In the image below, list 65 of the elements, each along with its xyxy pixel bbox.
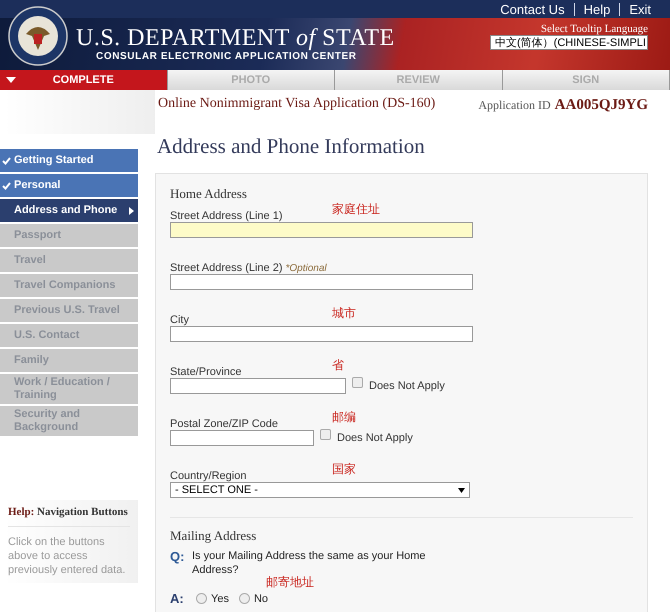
field-label: Postal Zone/ZIP Code: [170, 418, 278, 430]
answer-label: A:: [170, 591, 185, 606]
text-field[interactable]: [170, 222, 473, 238]
radio-label: Yes: [211, 592, 229, 604]
top-link[interactable]: Exit: [619, 2, 660, 16]
caret-icon: [6, 77, 16, 83]
dropdown-arrow-icon: [458, 488, 465, 492]
language-select[interactable]: 中文(简体）(CHINESE-SIMPLI: [490, 35, 648, 50]
field-label: Street Address (Line 2): [170, 262, 283, 274]
check-icon: [2, 182, 11, 190]
annotation: 邮编: [332, 409, 356, 426]
field-label: Country/Region: [170, 470, 246, 482]
field-label: City: [170, 314, 189, 326]
nav-item[interactable]: U.S. Contact: [0, 324, 138, 347]
nav-item[interactable]: Passport: [0, 224, 138, 247]
language-label: Select Tooltip Language: [540, 23, 648, 35]
radio-label: No: [254, 592, 268, 604]
page-title: Address and Phone Information: [157, 134, 426, 160]
application-title: Online Nonimmigrant Visa Application (DS-160): [158, 96, 436, 112]
application-id: AA005QJ9YG: [554, 97, 648, 113]
question-text: Is your Mailing Address the same as your Home Address?: [192, 549, 427, 576]
help-text: Click on the buttons above to access previously entered data.: [8, 535, 126, 577]
nav-item[interactable]: Work / Education / Training: [0, 374, 138, 404]
optional-hint: *Optional: [286, 263, 327, 274]
checkbox[interactable]: [352, 376, 363, 388]
annotation: 家庭住址: [332, 201, 380, 218]
step-tab[interactable]: PHOTO: [168, 70, 335, 90]
annotation: 国家: [332, 461, 356, 478]
field-label: Street Address (Line 1): [170, 210, 283, 222]
section-heading: Home Address: [170, 186, 248, 202]
text-field[interactable]: [170, 378, 346, 394]
checkbox-label: Does Not Apply: [337, 432, 413, 444]
nav-item[interactable]: Security and Background: [0, 406, 138, 436]
site-subtitle: CONSULAR ELECTRONIC APPLICATION CENTER: [96, 51, 358, 62]
nav-item[interactable]: Travel Companions: [0, 274, 138, 297]
annotation: 省: [332, 357, 344, 374]
question-mark-label: Q:: [170, 549, 186, 566]
arrow-right-icon: [129, 206, 134, 214]
radio-button[interactable]: [238, 593, 250, 604]
nav-item[interactable]: Personal: [0, 174, 138, 197]
step-tab[interactable]: REVIEW: [335, 70, 502, 90]
text-field[interactable]: [170, 326, 473, 342]
text-field[interactable]: [170, 430, 314, 446]
application-id-label: Application ID: [478, 98, 551, 112]
nav-item[interactable]: Family: [0, 349, 138, 372]
nav-item[interactable]: Address and Phone: [0, 199, 138, 222]
nav-item[interactable]: Getting Started: [0, 149, 138, 172]
top-link[interactable]: Help: [574, 2, 620, 16]
checkbox[interactable]: [320, 428, 331, 440]
annotation: 邮寄地址: [266, 575, 314, 589]
step-tab[interactable]: SIGN: [502, 70, 670, 90]
step-tab[interactable]: COMPLETE: [0, 70, 168, 90]
section-heading: Mailing Address: [170, 528, 258, 544]
select-field[interactable]: - SELECT ONE -: [170, 482, 470, 498]
radio-button[interactable]: [196, 593, 207, 604]
help-title: Help: Navigation Buttons: [8, 506, 130, 527]
top-link[interactable]: Contact Us: [491, 2, 574, 16]
nav-item[interactable]: Travel: [0, 249, 138, 272]
site-title: U.S. DEPARTMENT of STATE: [76, 25, 395, 51]
check-icon: [2, 156, 11, 164]
checkbox-label: Does Not Apply: [369, 380, 445, 392]
text-field[interactable]: [170, 274, 473, 290]
field-label: State/Province: [170, 366, 242, 378]
annotation: 城市: [332, 305, 356, 322]
nav-item[interactable]: Previous U.S. Travel: [0, 299, 138, 322]
